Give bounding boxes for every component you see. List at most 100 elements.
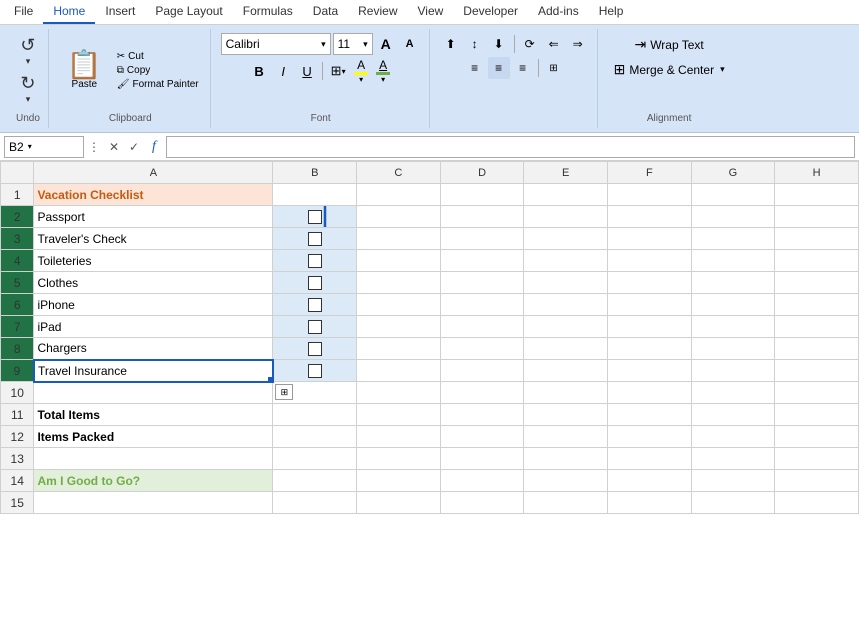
menu-formulas[interactable]: Formulas [233,0,303,24]
cell-h15[interactable] [775,492,859,514]
cell-f12[interactable] [608,426,692,448]
cell-reference-box[interactable]: B2 ▾ [4,136,84,158]
cell-a8[interactable]: Chargers [34,338,273,360]
cell-g8[interactable] [691,338,775,360]
cell-d3[interactable] [440,228,524,250]
cell-f5[interactable] [608,272,692,294]
cell-f14[interactable] [608,470,692,492]
menu-review[interactable]: Review [348,0,407,24]
paste-button[interactable]: 📋 Paste [59,47,110,94]
checkbox[interactable] [308,210,322,224]
cell-h4[interactable] [775,250,859,272]
cell-b15[interactable] [273,492,357,514]
cell-c12[interactable] [357,426,441,448]
cell-g10[interactable] [691,382,775,404]
cell-d11[interactable] [440,404,524,426]
indent-increase-button[interactable]: ⇒ [567,33,589,55]
cell-b4[interactable] [273,250,357,272]
menu-insert[interactable]: Insert [95,0,145,24]
checkbox[interactable] [308,298,322,312]
cell-h9[interactable] [775,360,859,382]
cell-f2[interactable] [608,206,692,228]
cell-f10[interactable] [608,382,692,404]
cell-e8[interactable] [524,338,608,360]
formula-options-button[interactable]: ⋮ [84,136,104,158]
cell-h3[interactable] [775,228,859,250]
cell-g4[interactable] [691,250,775,272]
cell-b3[interactable] [273,228,357,250]
menu-view[interactable]: View [408,0,454,24]
cell-b13[interactable] [273,448,357,470]
undo-button[interactable]: ↺ ▾ [16,33,39,69]
checkbox[interactable] [308,276,322,290]
cell-f1[interactable] [608,184,692,206]
cell-b2[interactable] [273,206,357,228]
cell-h14[interactable] [775,470,859,492]
cell-d9[interactable] [440,360,524,382]
cell-d13[interactable] [440,448,524,470]
merge-center-button[interactable]: ⊞ Merge & Center ▾ [608,58,731,81]
cell-g2[interactable] [691,206,775,228]
cell-h2[interactable] [775,206,859,228]
cell-a3[interactable]: Traveler's Check [34,228,273,250]
checkbox[interactable] [308,320,322,334]
borders-button[interactable]: ⊞▾ [327,60,349,82]
menu-help[interactable]: Help [589,0,634,24]
italic-button[interactable]: I [272,60,294,82]
header-col-h[interactable]: H [775,162,859,184]
cell-c15[interactable] [357,492,441,514]
cell-g7[interactable] [691,316,775,338]
cell-f6[interactable] [608,294,692,316]
cell-e10[interactable] [524,382,608,404]
cell-a14[interactable]: Am I Good to Go? [34,470,273,492]
cell-b12[interactable] [273,426,357,448]
cell-h13[interactable] [775,448,859,470]
cell-h1[interactable] [775,184,859,206]
align-left-button[interactable]: ≡ [464,57,486,79]
cell-b8[interactable] [273,338,357,360]
cut-button[interactable]: ✂Cut [114,50,202,63]
cell-e7[interactable] [524,316,608,338]
cell-a11[interactable]: Total Items [34,404,273,426]
header-col-f[interactable]: F [608,162,692,184]
cell-f15[interactable] [608,492,692,514]
cell-g11[interactable] [691,404,775,426]
cell-f11[interactable] [608,404,692,426]
cell-b6[interactable] [273,294,357,316]
cell-b7[interactable] [273,316,357,338]
cell-a12[interactable]: Items Packed [34,426,273,448]
cancel-formula-button[interactable]: ✕ [104,136,124,158]
menu-page-layout[interactable]: Page Layout [145,0,232,24]
copy-button[interactable]: ⧉Copy [114,64,202,77]
cell-b10[interactable]: ⊞ [273,382,357,404]
wrap-text-button[interactable]: ⇥ Wrap Text [628,33,709,56]
header-col-c[interactable]: C [357,162,441,184]
font-color-button[interactable]: A ▾ [373,57,393,85]
cell-a2[interactable]: Passport [34,206,273,228]
align-right-button[interactable]: ≡ [512,57,534,79]
cell-c9[interactable] [357,360,441,382]
cell-a10[interactable] [34,382,273,404]
cell-e5[interactable] [524,272,608,294]
font-size-dropdown[interactable]: 11 ▾ [333,33,373,55]
cell-e6[interactable] [524,294,608,316]
checkbox[interactable] [308,232,322,246]
cell-e2[interactable] [524,206,608,228]
header-col-d[interactable]: D [440,162,524,184]
redo-button[interactable]: ↻ ▾ [16,71,39,107]
cell-c5[interactable] [357,272,441,294]
cell-g5[interactable] [691,272,775,294]
cell-c10[interactable] [357,382,441,404]
cell-f7[interactable] [608,316,692,338]
cell-f4[interactable] [608,250,692,272]
cell-h8[interactable] [775,338,859,360]
cell-c1[interactable] [357,184,441,206]
header-col-a[interactable]: A [34,162,273,184]
cell-c6[interactable] [357,294,441,316]
formula-input-area[interactable] [166,136,855,158]
checkbox[interactable] [308,364,322,378]
header-col-e[interactable]: E [524,162,608,184]
cell-h5[interactable] [775,272,859,294]
cell-a13[interactable] [34,448,273,470]
underline-button[interactable]: U [296,60,318,82]
